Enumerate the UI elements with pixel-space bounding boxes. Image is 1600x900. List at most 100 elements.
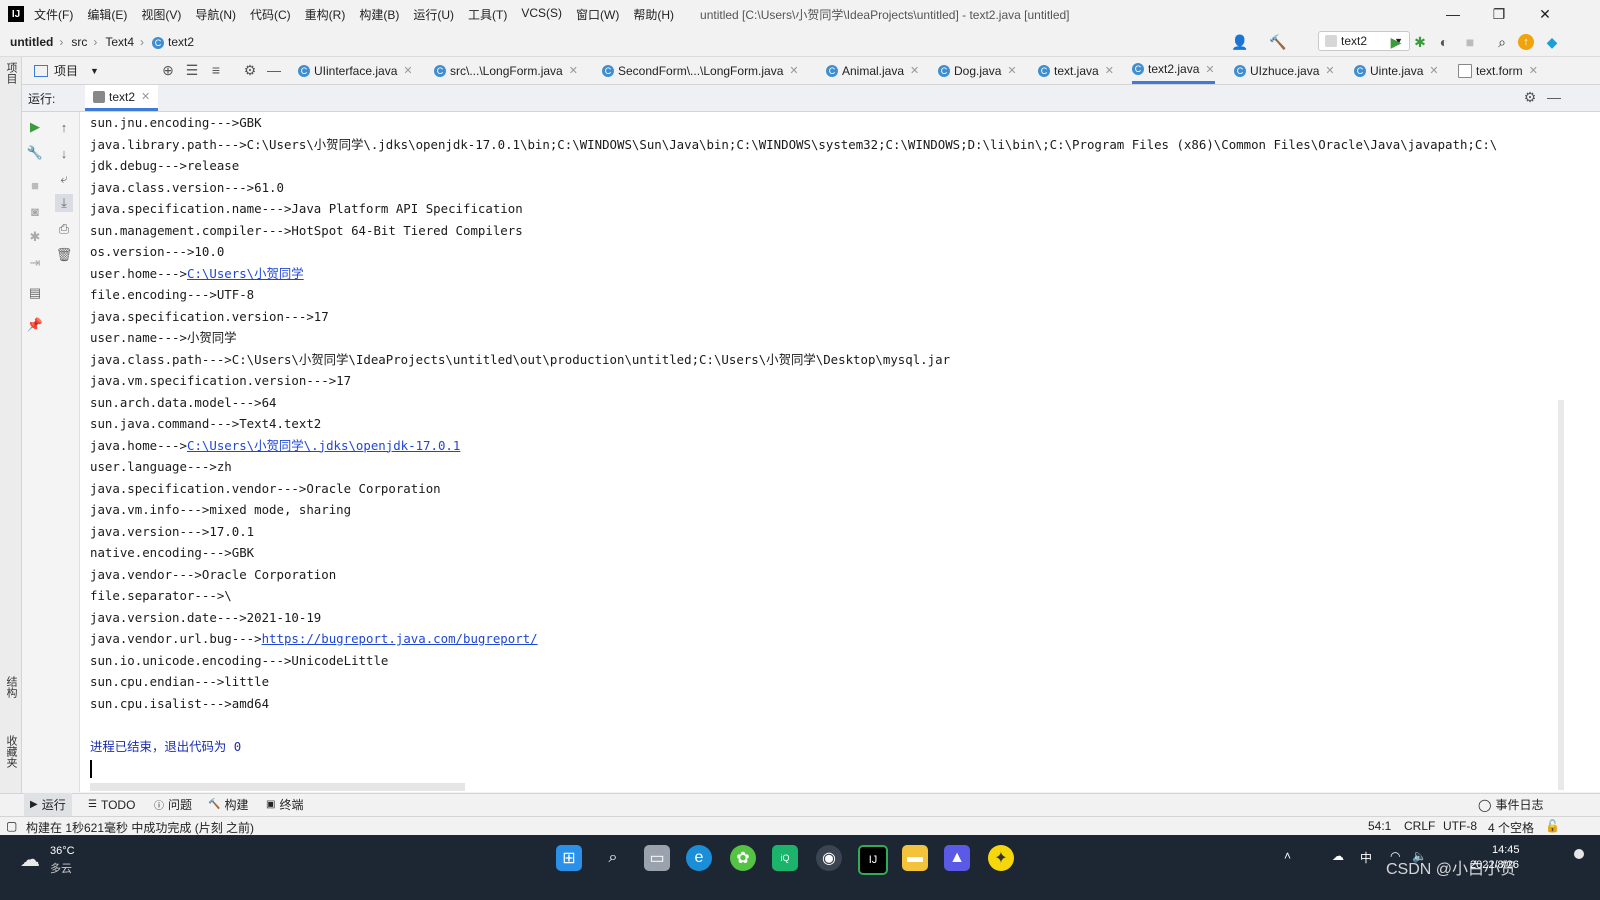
project-panel-selector[interactable]: 项目 ▼ [34, 57, 99, 84]
pin-icon[interactable]: 📌 [26, 316, 44, 334]
rerun-icon[interactable]: ▶ [26, 118, 44, 136]
bottom-tab[interactable]: ☰ TODO [88, 793, 135, 816]
gear-icon[interactable]: ⚙ [1522, 89, 1538, 105]
bottom-tab[interactable]: 🔨 构建 [208, 793, 248, 816]
arrow-up-icon[interactable]: ↑ [55, 118, 73, 136]
exit-icon[interactable]: ⇥ [26, 254, 44, 272]
arrow-down-icon[interactable]: ↓ [55, 144, 73, 162]
clock-time[interactable]: 14:45 [1492, 844, 1520, 856]
locate-icon[interactable]: ⊕ [160, 62, 176, 78]
intellij-taskbar-icon[interactable]: IJ [858, 845, 888, 875]
menu-item[interactable]: 视图(V) [141, 6, 181, 23]
breadcrumb-package[interactable]: Text4 [105, 35, 134, 49]
expand-all-icon[interactable]: ☰ [184, 62, 200, 78]
menu-item[interactable]: 代码(C) [250, 6, 291, 23]
scroll-to-end-icon[interactable]: ⤓ [55, 194, 73, 212]
restore-button[interactable]: ❐ [1476, 0, 1522, 28]
menu-item[interactable]: 运行(U) [413, 6, 454, 23]
status-square-icon[interactable]: ▢ [6, 819, 17, 833]
cloud-icon[interactable]: ☁ [1332, 849, 1344, 863]
stop-icon[interactable]: ■ [26, 176, 44, 194]
app-globe-icon[interactable]: ◉ [816, 845, 842, 871]
menu-item[interactable]: 导航(N) [195, 6, 236, 23]
menu-item[interactable]: 构建(B) [359, 6, 399, 23]
search-icon[interactable]: ⌕ [1494, 34, 1510, 50]
weather-temp[interactable]: 36°C [50, 845, 75, 857]
close-tab-icon[interactable]: ✕ [141, 90, 150, 103]
app-mountain-icon[interactable]: ▲ [944, 845, 970, 871]
task-view-icon[interactable]: ▭ [644, 845, 670, 871]
bottom-tab[interactable]: ▶ 运行 [24, 793, 72, 816]
iqiyi-icon[interactable]: iQ [772, 845, 798, 871]
menu-item[interactable]: 帮助(H) [633, 6, 674, 23]
editor-tab[interactable]: Ctext2.java ✕ [1132, 57, 1215, 84]
breadcrumb-project[interactable]: untitled [10, 35, 53, 49]
camera-icon[interactable]: ◙ [26, 202, 44, 220]
build-hammer-icon[interactable]: 🔨 [1269, 34, 1286, 50]
hide-icon[interactable]: — [1546, 89, 1562, 105]
menu-item[interactable]: 重构(R) [305, 6, 346, 23]
menu-item[interactable]: 文件(F) [34, 6, 73, 23]
menu-item[interactable]: 编辑(E) [87, 6, 127, 23]
notification-icon[interactable] [1574, 849, 1584, 859]
clock-date[interactable]: 2022/8/26 [1470, 859, 1519, 871]
wrench-icon[interactable]: 🔧 [26, 144, 44, 162]
editor-tab[interactable]: C UIinterface.java ✕ [298, 57, 413, 84]
project-tool-label[interactable]: 项目 [3, 62, 19, 84]
ime-indicator[interactable]: 中 [1360, 849, 1372, 866]
close-tab-icon[interactable]: ✕ [910, 64, 919, 77]
close-tab-icon[interactable]: ✕ [1205, 63, 1214, 76]
collapse-all-icon[interactable]: ≡ [208, 62, 224, 78]
lock-icon[interactable]: 🔓 [1545, 819, 1560, 833]
plugin-icon[interactable]: ◆ [1544, 34, 1560, 50]
file-explorer-icon[interactable]: ▬ [902, 845, 928, 871]
close-tab-icon[interactable]: ✕ [403, 64, 412, 77]
run-icon[interactable]: ▶ [1388, 34, 1404, 50]
editor-tab[interactable]: Csrc\...\LongForm.java ✕ [434, 57, 578, 84]
app-green-icon[interactable]: ✿ [730, 845, 756, 871]
cursor-position[interactable]: 54:1 [1368, 819, 1391, 833]
search-icon[interactable]: ⌕ [600, 845, 626, 871]
horizontal-scrollbar[interactable] [90, 783, 465, 791]
close-tab-icon[interactable]: ✕ [1105, 64, 1114, 77]
file-encoding[interactable]: UTF-8 [1443, 819, 1477, 833]
update-icon[interactable]: ↑ [1518, 34, 1534, 50]
console-link[interactable]: C:\Users\小贺同学\.jdks\openjdk-17.0.1 [187, 438, 460, 453]
breadcrumb-src[interactable]: src [71, 35, 87, 49]
weather-cloud-icon[interactable]: ☁ [20, 847, 40, 872]
print-icon[interactable]: ⎙ [55, 220, 73, 238]
debugger-icon[interactable]: ✱ [26, 228, 44, 246]
layout-icon[interactable]: ▤ [26, 284, 44, 302]
breadcrumb-class[interactable]: Ctext2 [152, 35, 194, 49]
stop-icon[interactable]: ■ [1462, 34, 1478, 50]
windows-start-icon[interactable]: ⊞ [556, 845, 582, 871]
editor-tab[interactable]: text.form ✕ [1458, 57, 1538, 84]
event-log-button[interactable]: ◯ 事件日志 [1478, 793, 1543, 816]
run-tab-text2[interactable]: text2 ✕ [85, 85, 159, 111]
bottom-tab[interactable]: ⓘ 问题 [154, 793, 192, 816]
soft-wrap-icon[interactable]: ⤶ [55, 170, 73, 188]
bottom-tab[interactable]: ▣ 终端 [266, 793, 303, 816]
close-tab-icon[interactable]: ✕ [1529, 64, 1538, 77]
editor-tab[interactable]: C Animal.java ✕ [826, 57, 919, 84]
console-link[interactable]: C:\Users\小贺同学 [187, 266, 304, 281]
close-tab-icon[interactable]: ✕ [1429, 64, 1438, 77]
menu-item[interactable]: VCS(S) [521, 6, 562, 23]
editor-tab[interactable]: C Uinte.java ✕ [1354, 57, 1439, 84]
close-tab-icon[interactable]: ✕ [1325, 64, 1334, 77]
close-button[interactable]: ✕ [1522, 0, 1568, 28]
app-yellow-icon[interactable]: ✦ [988, 845, 1014, 871]
favorites-tool-label[interactable]: 收藏夹 [3, 735, 19, 768]
line-separator[interactable]: CRLF [1404, 819, 1435, 833]
gear-icon[interactable]: ⚙ [242, 62, 258, 78]
console-output[interactable]: sun.jnu.encoding--->GBK java.library.path… [80, 112, 1600, 792]
vertical-scrollbar[interactable] [1558, 400, 1564, 790]
edge-browser-icon[interactable]: e [686, 845, 712, 871]
editor-tab[interactable]: C UIzhuce.java ✕ [1234, 57, 1335, 84]
indent-setting[interactable]: 4 个空格 [1488, 819, 1534, 836]
chevron-up-icon[interactable]: ˄ [1284, 849, 1291, 863]
console-link[interactable]: https://bugreport.java.com/bugreport/ [262, 631, 538, 646]
close-tab-icon[interactable]: ✕ [789, 64, 798, 77]
editor-tab[interactable]: C SecondForm\...\LongForm.java ✕ [602, 57, 799, 84]
editor-tab[interactable]: Ctext.java ✕ [1038, 57, 1114, 84]
